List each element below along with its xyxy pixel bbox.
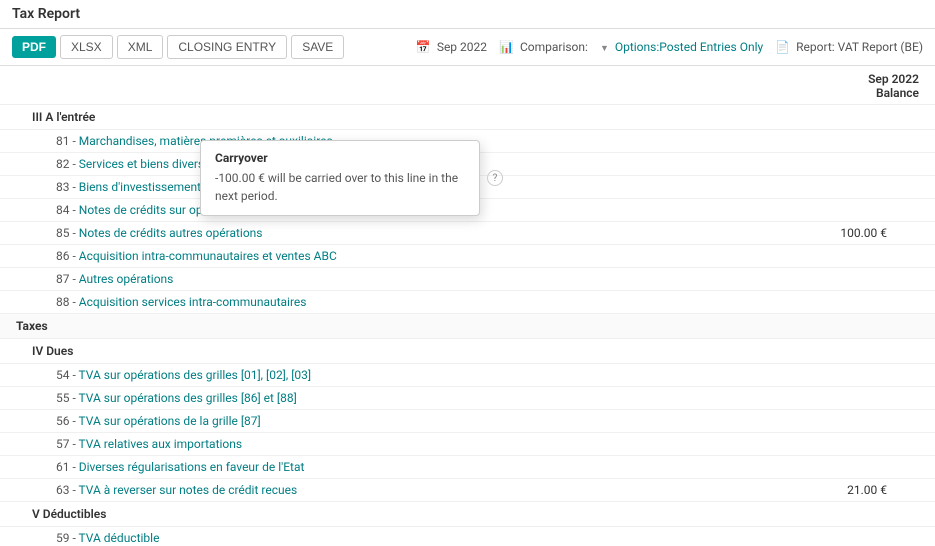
row-link[interactable]: Autres opérations bbox=[79, 272, 174, 286]
date-filter[interactable]: 📅 Sep 2022 bbox=[416, 40, 487, 54]
row-value-85: 100.00 € bbox=[767, 226, 887, 240]
subsection-label-entree: III A l'entrée bbox=[0, 105, 935, 130]
section-label-taxes: Taxes bbox=[0, 314, 935, 339]
row-label: 57 - TVA relatives aux importations bbox=[56, 437, 767, 451]
row-label: 59 - TVA déductible bbox=[56, 531, 767, 545]
row-link[interactable]: TVA à reverser sur notes de crédit recue… bbox=[79, 483, 298, 497]
row-label: 85 - Notes de crédits autres opérations bbox=[56, 226, 767, 240]
row-link[interactable]: TVA sur opérations des grilles [86] et [… bbox=[79, 391, 297, 405]
table-row: 61 - Diverses régularisations en faveur … bbox=[0, 456, 935, 479]
row-link[interactable]: TVA relatives aux importations bbox=[79, 437, 243, 451]
row-link[interactable]: TVA sur opérations des grilles [01], [02… bbox=[79, 368, 312, 382]
report-selector[interactable]: 📄 Report: VAT Report (BE) bbox=[775, 40, 923, 54]
row-label: 88 - Acquisition services intra-communau… bbox=[56, 295, 767, 309]
row-link[interactable]: Notes de crédits autres opérations bbox=[79, 226, 263, 240]
table-row: 81 - Marchandises, matières premières et… bbox=[0, 130, 935, 153]
closing-entry-button[interactable]: CLOSING ENTRY bbox=[167, 35, 287, 59]
table-row: 57 - TVA relatives aux importations bbox=[0, 433, 935, 456]
row-label: 61 - Diverses régularisations en faveur … bbox=[56, 460, 767, 474]
row-link[interactable]: Acquisition services intra-communautaire… bbox=[79, 295, 307, 309]
column-header-row: Sep 2022 Balance bbox=[0, 66, 935, 105]
row-link[interactable]: TVA déductible bbox=[79, 531, 160, 545]
toolbar: PDF XLSX XML CLOSING ENTRY SAVE 📅 Sep 20… bbox=[0, 29, 935, 66]
row-label: 87 - Autres opérations bbox=[56, 272, 767, 286]
filter-icon bbox=[600, 40, 609, 54]
row-label: 63 - TVA à reverser sur notes de crédit … bbox=[56, 483, 767, 497]
report-icon: 📄 bbox=[775, 40, 790, 54]
calendar-icon: 📅 bbox=[416, 40, 431, 54]
section-a-entree: III A l'entrée 81 - Marchandises, matièr… bbox=[0, 105, 935, 314]
table-row: 54 - TVA sur opérations des grilles [01]… bbox=[0, 364, 935, 387]
xml-button[interactable]: XML bbox=[117, 35, 164, 59]
main-content: Sep 2022 Balance III A l'entrée 81 - Mar… bbox=[0, 66, 935, 546]
subsection-label-dues: IV Dues bbox=[0, 339, 935, 364]
chart-icon: 📊 bbox=[499, 40, 514, 54]
table-row: 86 - Acquisition intra-communautaires et… bbox=[0, 245, 935, 268]
row-label: 86 - Acquisition intra-communautaires et… bbox=[56, 249, 767, 263]
table-row: 87 - Autres opérations bbox=[0, 268, 935, 291]
row-link[interactable]: Biens d'investissement bbox=[79, 180, 201, 194]
xlsx-button[interactable]: XLSX bbox=[60, 35, 113, 59]
pdf-button[interactable]: PDF bbox=[12, 36, 56, 58]
table-row: 59 - TVA déductible bbox=[0, 527, 935, 546]
row-link[interactable]: TVA sur opérations de la grille [87] bbox=[79, 414, 261, 428]
row-label: 56 - TVA sur opérations de la grille [87… bbox=[56, 414, 767, 428]
options-filter[interactable]: Options:Posted Entries Only bbox=[600, 40, 763, 54]
page-title: Tax Report bbox=[0, 0, 935, 29]
help-icon[interactable]: ? bbox=[487, 170, 503, 186]
toolbar-right: 📅 Sep 2022 📊 Comparison: Options:Posted … bbox=[416, 40, 923, 54]
subsection-label-deductibles: V Déductibles bbox=[0, 502, 935, 527]
row-link[interactable]: Diverses régularisations en faveur de l'… bbox=[79, 460, 305, 474]
table-row: 56 - TVA sur opérations de la grille [87… bbox=[0, 410, 935, 433]
row-label: 55 - TVA sur opérations des grilles [86]… bbox=[56, 391, 767, 405]
row-value-63: 21.00 € bbox=[767, 483, 887, 497]
save-button[interactable]: SAVE bbox=[291, 35, 344, 59]
carryover-popover: Carryover -100.00 € will be carried over… bbox=[200, 140, 480, 216]
row-link[interactable]: Services et biens divers bbox=[79, 157, 204, 171]
table-row: 88 - Acquisition services intra-communau… bbox=[0, 291, 935, 314]
section-taxes: Taxes IV Dues 54 - TVA sur opérations de… bbox=[0, 314, 935, 546]
table-row: 55 - TVA sur opérations des grilles [86]… bbox=[0, 387, 935, 410]
comparison-filter[interactable]: 📊 Comparison: bbox=[499, 40, 588, 54]
row-label: 54 - TVA sur opérations des grilles [01]… bbox=[56, 368, 767, 382]
table-row: 85 - Notes de crédits autres opérations … bbox=[0, 222, 935, 245]
row-link[interactable]: Acquisition intra-communautaires et vent… bbox=[79, 249, 337, 263]
col-header-date-balance: Sep 2022 Balance bbox=[799, 72, 919, 100]
table-row: 63 - TVA à reverser sur notes de crédit … bbox=[0, 479, 935, 502]
